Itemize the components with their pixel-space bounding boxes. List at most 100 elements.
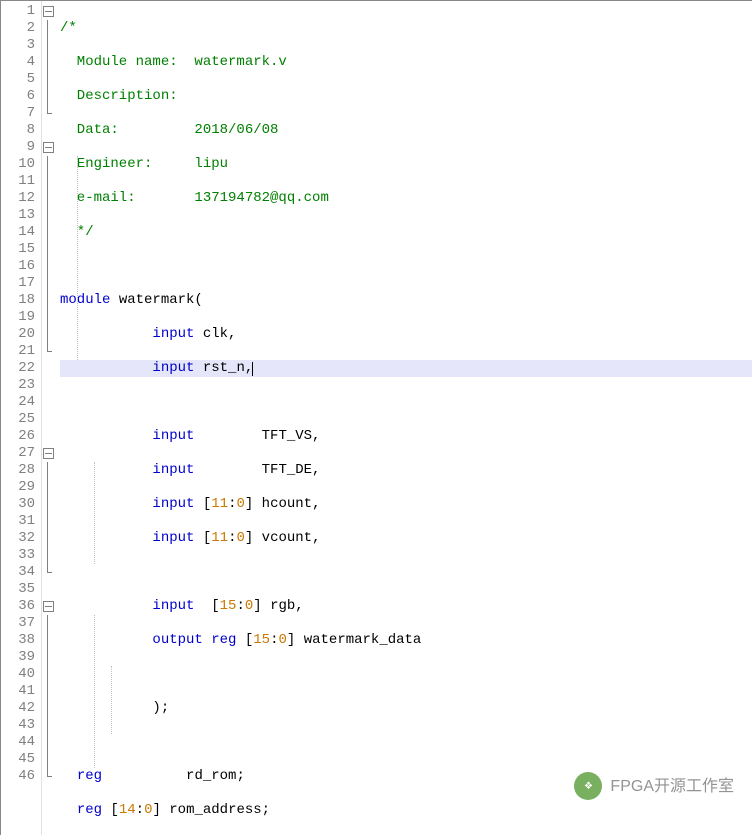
- line-number: 26: [1, 428, 35, 445]
- fold-toggle-icon[interactable]: [43, 601, 54, 612]
- fold-cell: [42, 479, 56, 496]
- line-number: 31: [1, 513, 35, 530]
- line-number: 25: [1, 411, 35, 428]
- line-number: 13: [1, 207, 35, 224]
- line-number: 22: [1, 360, 35, 377]
- line-number: 46: [1, 768, 35, 785]
- fold-toggle-icon[interactable]: [43, 142, 54, 153]
- fold-cell: [42, 156, 56, 173]
- fold-toggle-icon[interactable]: [43, 448, 54, 459]
- line-number: 32: [1, 530, 35, 547]
- fold-cell: [42, 275, 56, 292]
- fold-cell: [42, 54, 56, 71]
- fold-cell: [42, 666, 56, 683]
- code-line[interactable]: input clk,: [60, 326, 752, 343]
- fold-cell: [42, 632, 56, 649]
- text-cursor: [252, 362, 253, 376]
- fold-cell: [42, 207, 56, 224]
- fold-cell: [42, 598, 56, 615]
- code-line[interactable]: reg rd_rom;: [60, 768, 752, 785]
- code-line[interactable]: [60, 258, 752, 275]
- fold-cell: [42, 734, 56, 751]
- code-line[interactable]: e-mail: 137194782@qq.com: [60, 190, 752, 207]
- line-number-gutter: 1234567891011121314151617181920212223242…: [1, 1, 42, 835]
- line-number: 9: [1, 139, 35, 156]
- line-number: 12: [1, 190, 35, 207]
- line-number: 34: [1, 564, 35, 581]
- code-line[interactable]: input TFT_VS,: [60, 428, 752, 445]
- line-number: 43: [1, 717, 35, 734]
- fold-cell: [42, 190, 56, 207]
- fold-cell: [42, 360, 56, 377]
- code-editor: 1234567891011121314151617181920212223242…: [0, 0, 752, 835]
- code-line[interactable]: input [11:0] vcount,: [60, 530, 752, 547]
- fold-toggle-icon[interactable]: [43, 6, 54, 17]
- code-line[interactable]: module watermark(: [60, 292, 752, 309]
- line-number: 10: [1, 156, 35, 173]
- line-number: 44: [1, 734, 35, 751]
- line-number: 29: [1, 479, 35, 496]
- line-number: 36: [1, 598, 35, 615]
- fold-cell: [42, 615, 56, 632]
- fold-cell: [42, 3, 56, 20]
- line-number: 38: [1, 632, 35, 649]
- fold-cell: [42, 37, 56, 54]
- code-area[interactable]: /* Module name: watermark.v Description:…: [56, 1, 752, 835]
- line-number: 41: [1, 683, 35, 700]
- line-number: 21: [1, 343, 35, 360]
- code-line[interactable]: Engineer: lipu: [60, 156, 752, 173]
- line-number: 4: [1, 54, 35, 71]
- code-line[interactable]: [60, 734, 752, 751]
- line-number: 3: [1, 37, 35, 54]
- code-line[interactable]: input TFT_DE,: [60, 462, 752, 479]
- code-line[interactable]: Description:: [60, 88, 752, 105]
- fold-cell: [42, 105, 56, 122]
- line-number: 20: [1, 326, 35, 343]
- fold-cell: [42, 343, 56, 360]
- code-line[interactable]: /*: [60, 20, 752, 37]
- fold-cell: [42, 309, 56, 326]
- code-line[interactable]: */: [60, 224, 752, 241]
- code-line[interactable]: reg [14:0] rom_address;: [60, 802, 752, 819]
- code-line[interactable]: [60, 666, 752, 683]
- line-number: 16: [1, 258, 35, 275]
- line-number: 24: [1, 394, 35, 411]
- code-line[interactable]: Data: 2018/06/08: [60, 122, 752, 139]
- fold-cell: [42, 530, 56, 547]
- line-number: 14: [1, 224, 35, 241]
- code-line[interactable]: [60, 564, 752, 581]
- line-number: 42: [1, 700, 35, 717]
- code-line[interactable]: );: [60, 700, 752, 717]
- code-line[interactable]: [60, 394, 752, 411]
- code-line[interactable]: Module name: watermark.v: [60, 54, 752, 71]
- line-number: 28: [1, 462, 35, 479]
- code-line-current[interactable]: input rst_n,: [60, 360, 752, 377]
- fold-cell: [42, 394, 56, 411]
- fold-cell: [42, 462, 56, 479]
- fold-cell: [42, 122, 56, 139]
- code-line[interactable]: output reg [15:0] watermark_data: [60, 632, 752, 649]
- fold-cell: [42, 258, 56, 275]
- fold-cell: [42, 445, 56, 462]
- line-number: 15: [1, 241, 35, 258]
- fold-cell: [42, 700, 56, 717]
- fold-cell: [42, 20, 56, 37]
- line-number: 35: [1, 581, 35, 598]
- code-line[interactable]: input [11:0] hcount,: [60, 496, 752, 513]
- line-number: 33: [1, 547, 35, 564]
- fold-cell: [42, 751, 56, 768]
- fold-cell: [42, 649, 56, 666]
- line-number: 18: [1, 292, 35, 309]
- line-number: 2: [1, 20, 35, 37]
- line-number: 45: [1, 751, 35, 768]
- line-number: 1: [1, 3, 35, 20]
- fold-cell: [42, 173, 56, 190]
- fold-cell: [42, 547, 56, 564]
- fold-cell: [42, 717, 56, 734]
- fold-cell: [42, 513, 56, 530]
- fold-cell: [42, 496, 56, 513]
- fold-cell: [42, 683, 56, 700]
- code-line[interactable]: input [15:0] rgb,: [60, 598, 752, 615]
- fold-cell: [42, 241, 56, 258]
- fold-cell: [42, 326, 56, 343]
